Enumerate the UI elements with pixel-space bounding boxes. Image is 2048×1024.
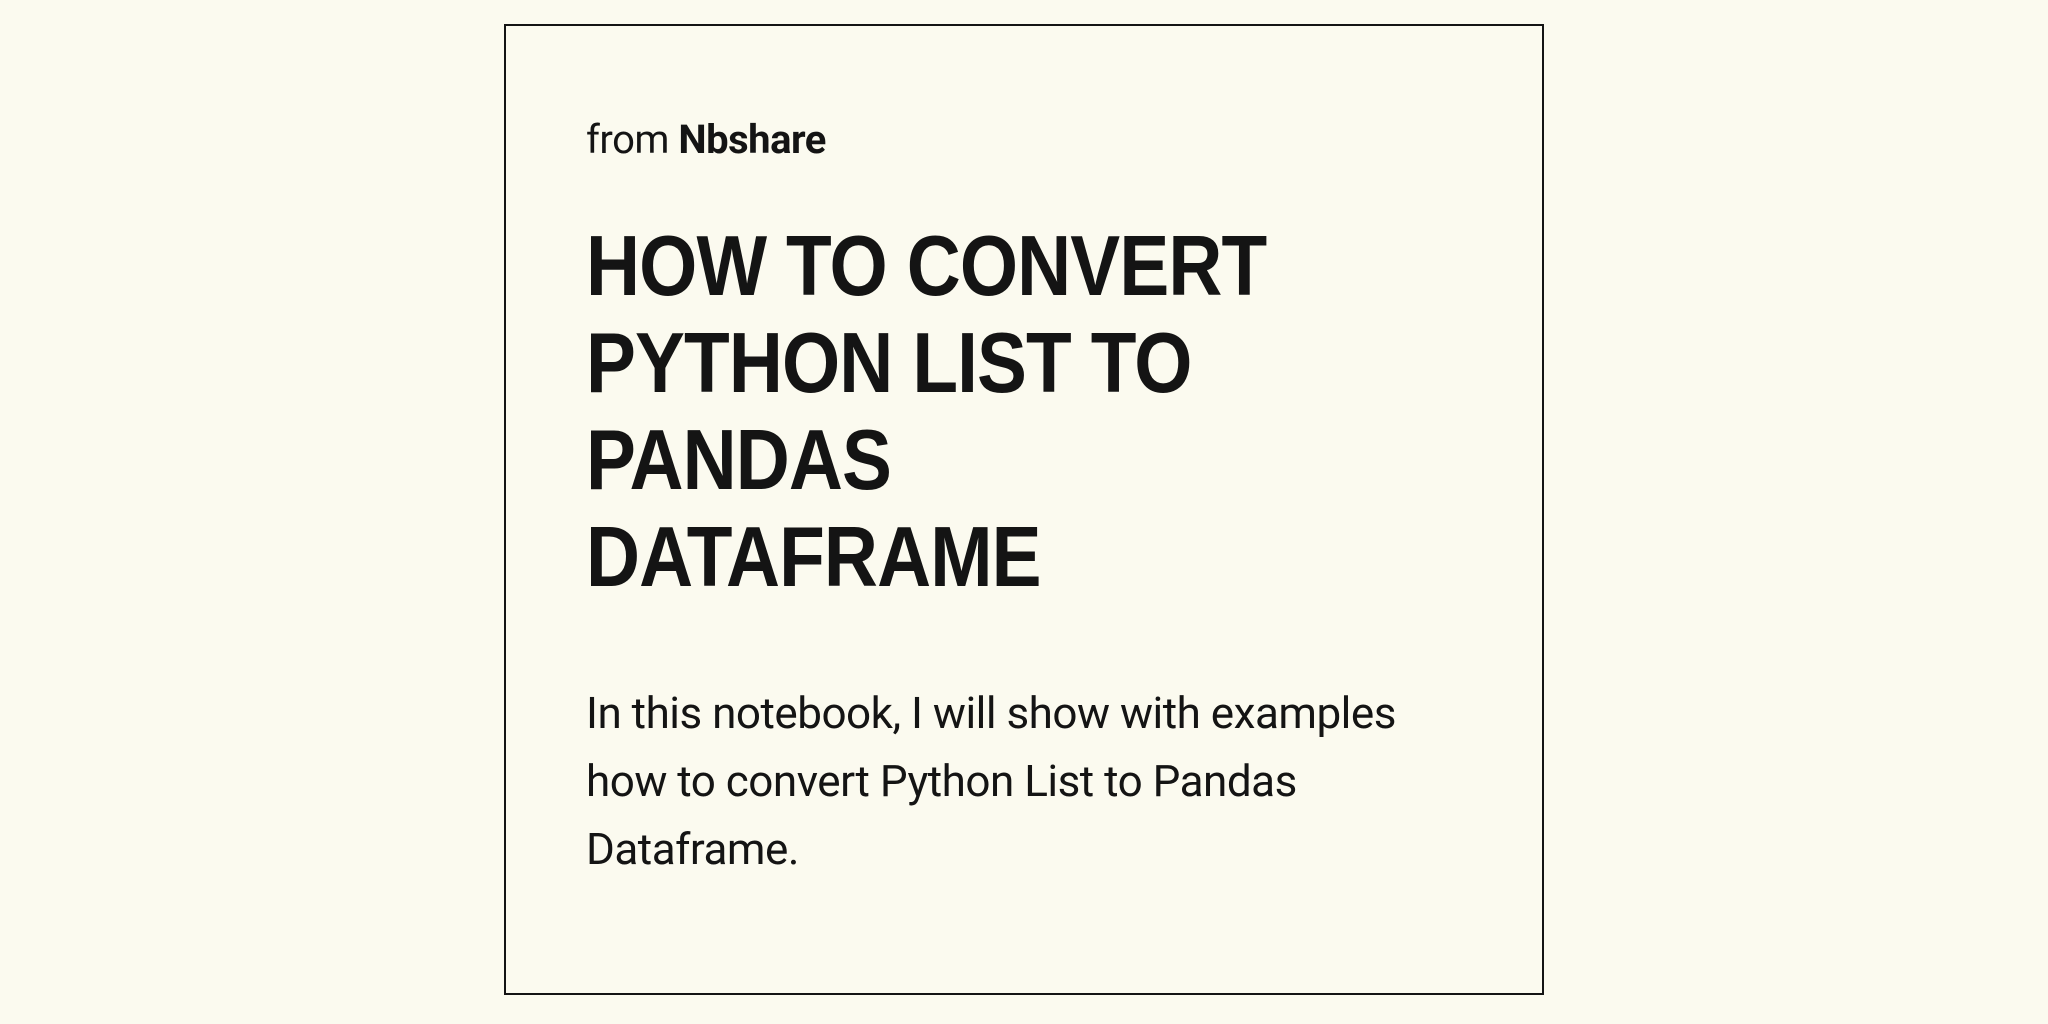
- source-site: Nbshare: [678, 116, 825, 163]
- article-title: HOW TO CONVERT PYTHON LIST TO PANDAS DAT…: [586, 219, 1357, 607]
- source-line: from Nbshare: [586, 116, 1462, 163]
- article-card: from Nbshare HOW TO CONVERT PYTHON LIST …: [504, 24, 1544, 995]
- source-prefix: from: [586, 116, 669, 163]
- article-description: In this notebook, I will show with examp…: [586, 679, 1462, 884]
